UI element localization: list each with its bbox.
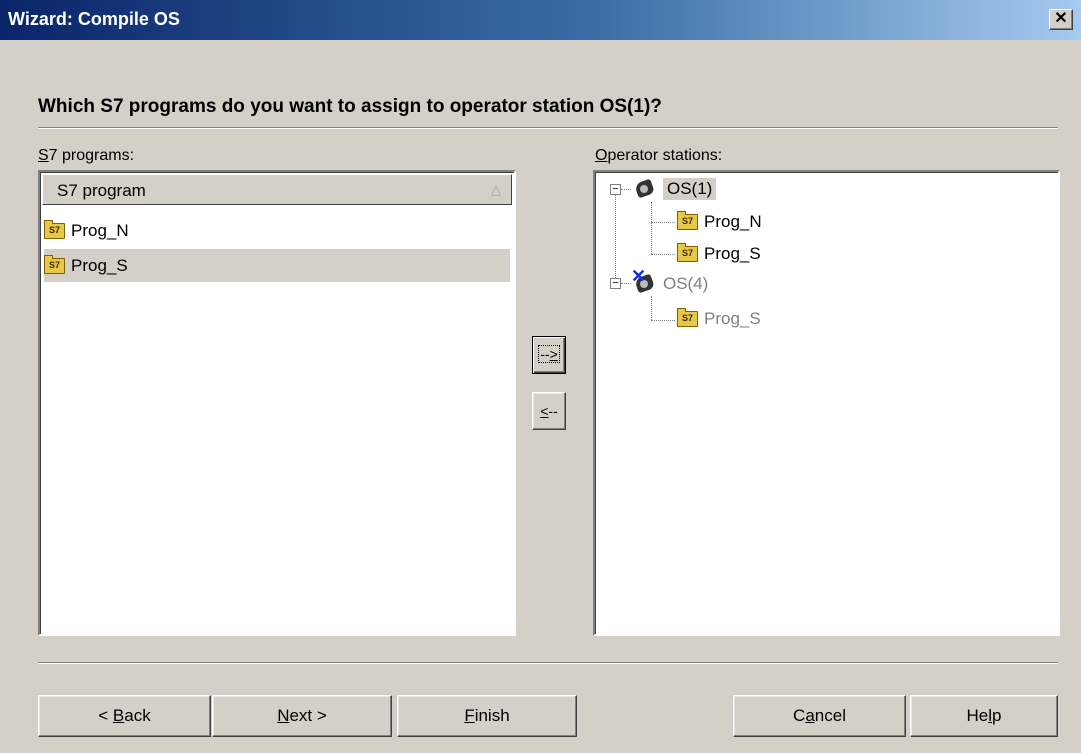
tree-node-os4-prog-s[interactable]: S7 Prog_S — [677, 304, 761, 334]
tree-connector — [651, 254, 675, 255]
close-icon: ✕ — [1054, 10, 1068, 27]
s7-folder-icon: S7 — [677, 211, 698, 230]
collapse-os1-toggle[interactable]: − — [610, 184, 621, 195]
close-button[interactable]: ✕ — [1049, 9, 1073, 30]
assign-button[interactable]: --> — [532, 336, 566, 374]
help-button[interactable]: Help — [910, 695, 1058, 737]
column-header-label: S7 program — [57, 181, 146, 200]
tree-connector — [651, 320, 675, 321]
s7-folder-icon: S7 — [677, 308, 698, 327]
s7-folder-icon: S7 — [44, 254, 65, 274]
operator-stations-label: Operator stations: — [595, 147, 723, 164]
sort-ascending-icon: △ — [491, 182, 501, 197]
tree-connector — [621, 189, 631, 190]
tree-connector — [651, 222, 675, 223]
tree-node-os4[interactable]: ✕ OS(4) — [631, 266, 709, 299]
tree-node-label: OS(4) — [663, 274, 709, 293]
tree-connector — [651, 202, 652, 254]
tree-node-label: Prog_S — [704, 309, 761, 328]
tree-node-os1-prog-s[interactable]: S7 Prog_S — [677, 239, 761, 269]
next-button[interactable]: Next > — [212, 695, 392, 737]
s7-programs-label: S7 programs: — [38, 147, 135, 164]
tree-connector — [651, 296, 652, 320]
collapse-os4-toggle[interactable]: − — [610, 278, 621, 289]
disabled-x-icon: ✕ — [631, 266, 647, 286]
tree-connector — [621, 283, 631, 284]
top-separator — [38, 127, 1058, 129]
tree-node-label: Prog_N — [704, 212, 762, 231]
s7-folder-icon: S7 — [44, 219, 65, 239]
tree-node-label: OS(1) — [663, 178, 717, 200]
s7-folder-icon: S7 — [677, 243, 698, 262]
operator-station-icon — [633, 177, 657, 201]
title-bar: Wizard: Compile OS ✕ — [0, 0, 1081, 40]
operator-station-disabled-icon: ✕ — [631, 266, 657, 296]
window-title: Wizard: Compile OS — [8, 9, 180, 29]
column-header-s7-program[interactable]: S7 program △ — [42, 174, 512, 205]
finish-button[interactable]: Finish — [397, 695, 577, 737]
list-item-label: Prog_S — [71, 255, 128, 275]
wizard-question: Which S7 programs do you want to assign … — [38, 96, 662, 117]
list-item-label: Prog_N — [71, 220, 129, 240]
list-item-prog-s[interactable]: S7 Prog_S — [44, 249, 510, 282]
tree-node-os1-prog-n[interactable]: S7 Prog_N — [677, 207, 762, 237]
s7-programs-list[interactable]: S7 program △ S7 Prog_N S7 Prog_S — [38, 170, 516, 636]
remove-button[interactable]: <-- — [532, 392, 566, 430]
cancel-button[interactable]: Cancel — [733, 695, 906, 737]
tree-connector — [615, 195, 616, 280]
bottom-separator — [38, 662, 1058, 664]
tree-node-os1[interactable]: OS(1) — [633, 174, 717, 204]
operator-stations-tree[interactable]: − OS(1) S7 Prog_N S7 Prog_S − ✕ OS(4) S7… — [593, 170, 1060, 636]
back-button[interactable]: < Back — [38, 695, 211, 737]
tree-node-label: Prog_S — [704, 244, 761, 263]
list-item-prog-n[interactable]: S7 Prog_N — [44, 214, 129, 247]
